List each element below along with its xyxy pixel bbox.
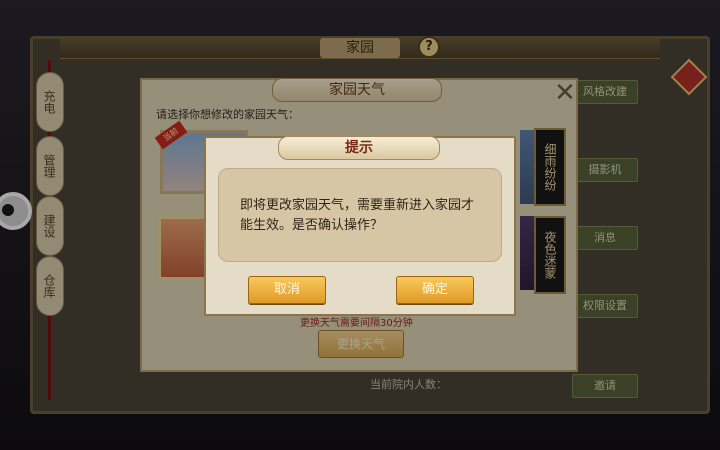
confirm-button[interactable]: 确定 [396, 276, 474, 304]
confirm-dialog-title: 提示 [278, 136, 440, 160]
confirm-message: 即将更改家园天气，需要重新进入家园才能生效。是否确认操作？ [240, 198, 475, 233]
cancel-button[interactable]: 取消 [248, 276, 326, 304]
